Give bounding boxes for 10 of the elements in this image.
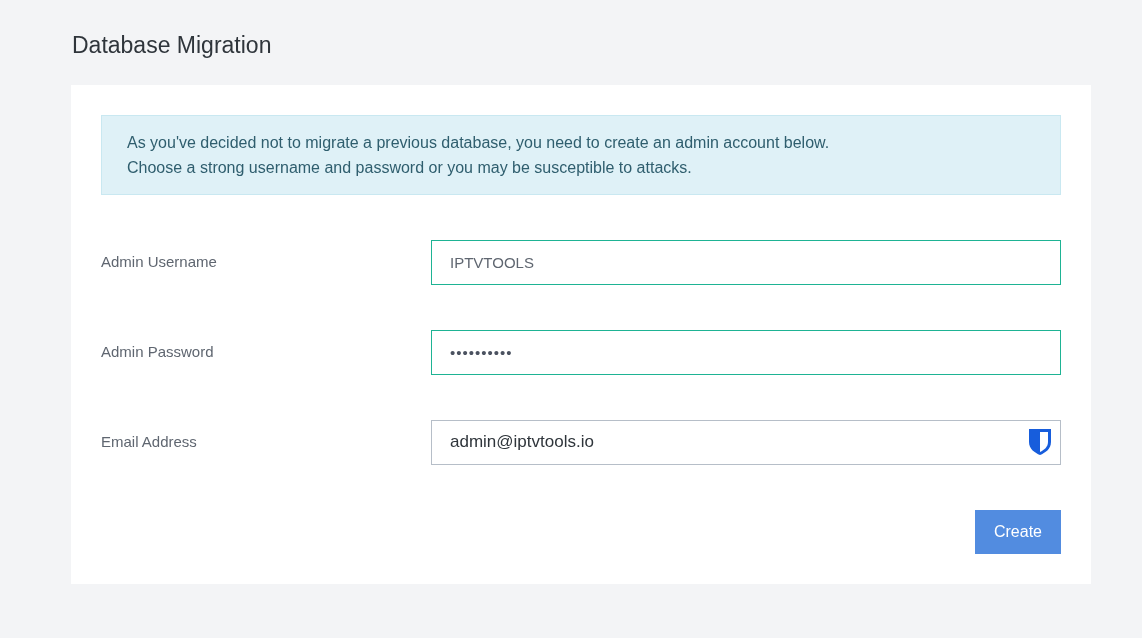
page-title: Database Migration <box>72 31 272 60</box>
password-field[interactable]: •••••••••• <box>431 329 1061 375</box>
email-field[interactable]: admin@iptvtools.io <box>431 419 1061 465</box>
shield-icon[interactable] <box>1028 427 1052 456</box>
notice-text: As you've decided not to migrate a previous database, you need to create an admin account below. <box>127 132 830 153</box>
field-label: Admin Password <box>101 341 215 362</box>
text-field[interactable]: IPTVTOOLS <box>431 239 1061 285</box>
field-label: Admin Username <box>101 251 218 272</box>
notice-text: Choose a strong username and password or you may be susceptible to attacks. <box>127 157 692 178</box>
field-label: Email Address <box>101 431 198 452</box>
